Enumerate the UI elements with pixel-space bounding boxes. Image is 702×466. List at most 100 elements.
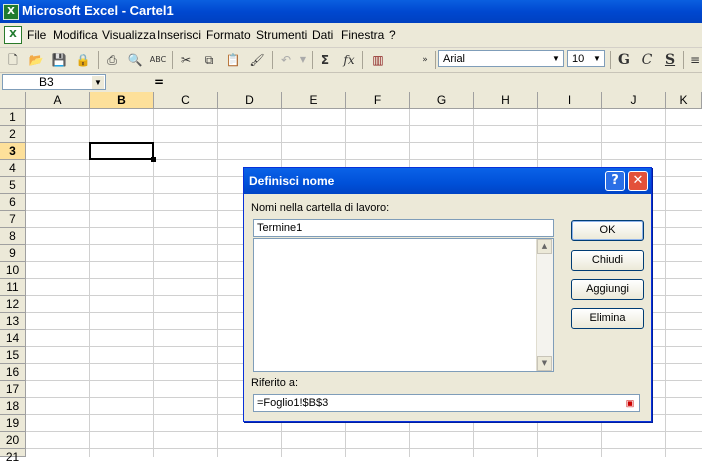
- name-box[interactable]: B3 ▼: [2, 74, 106, 90]
- menu-strumenti[interactable]: Strumenti: [256, 28, 307, 42]
- autosum-icon[interactable]: Σ: [316, 51, 334, 69]
- title-bar: X Microsoft Excel - Cartel1: [0, 0, 702, 23]
- align-left-icon[interactable]: ≡: [686, 51, 702, 69]
- toolbar-separator: [362, 51, 363, 69]
- menu-dati[interactable]: Dati: [312, 28, 333, 42]
- column-header[interactable]: J: [602, 92, 666, 109]
- row-header[interactable]: 1: [0, 109, 26, 126]
- column-header[interactable]: B: [90, 92, 154, 109]
- fill-handle[interactable]: [151, 157, 156, 162]
- column-header[interactable]: E: [282, 92, 346, 109]
- row-header[interactable]: 10: [0, 262, 26, 279]
- spelling-icon[interactable]: ABC: [149, 51, 167, 69]
- italic-button[interactable]: C: [638, 51, 656, 69]
- close-button[interactable]: Chiudi: [571, 250, 644, 271]
- menu-bar: X File Modifica Visualizza Inserisci For…: [0, 23, 702, 48]
- workbook-icon[interactable]: X: [4, 26, 22, 44]
- underline-button[interactable]: S: [661, 51, 679, 69]
- column-header[interactable]: A: [26, 92, 90, 109]
- font-name-value: Arial: [443, 53, 466, 65]
- column-header[interactable]: C: [154, 92, 218, 109]
- column-header[interactable]: I: [538, 92, 602, 109]
- row-header[interactable]: 6: [0, 194, 26, 211]
- column-header[interactable]: K: [666, 92, 702, 109]
- menu-finestra[interactable]: Finestra: [341, 28, 384, 42]
- column-header[interactable]: G: [410, 92, 474, 109]
- copy-icon[interactable]: ⧉: [200, 51, 218, 69]
- row-header[interactable]: 7: [0, 211, 26, 228]
- chevron-down-icon: ▼: [593, 54, 601, 63]
- row-header[interactable]: 11: [0, 279, 26, 296]
- formula-bar: B3 ▼ =: [0, 73, 702, 93]
- names-label: Nomi nella cartella di lavoro:: [251, 202, 390, 214]
- font-name-select[interactable]: Arial ▼: [438, 50, 564, 67]
- column-header[interactable]: F: [346, 92, 410, 109]
- delete-button[interactable]: Elimina: [571, 308, 644, 329]
- toolbar-separator: [435, 51, 436, 69]
- names-list[interactable]: ▲ ▼: [253, 238, 554, 372]
- menu-visualizza[interactable]: Visualizza: [102, 28, 156, 42]
- paste-icon[interactable]: 📋: [224, 51, 242, 69]
- select-all-corner[interactable]: [0, 92, 26, 109]
- row-header[interactable]: 18: [0, 398, 26, 415]
- print-preview-icon[interactable]: 🔍: [126, 51, 144, 69]
- row-header[interactable]: 17: [0, 381, 26, 398]
- menu-modifica[interactable]: Modifica: [53, 28, 98, 42]
- window-title: Microsoft Excel - Cartel1: [22, 3, 174, 18]
- undo-dropdown-icon[interactable]: ▼: [294, 51, 312, 69]
- menu-inserisci[interactable]: Inserisci: [157, 28, 201, 42]
- dialog-title: Definisci nome: [249, 174, 335, 188]
- cut-icon[interactable]: ✂: [177, 51, 195, 69]
- ref-label: Riferito a:: [251, 377, 299, 389]
- column-header[interactable]: H: [474, 92, 538, 109]
- menu-formato[interactable]: Formato: [206, 28, 251, 42]
- chevron-down-icon[interactable]: ▼: [92, 76, 104, 89]
- row-header[interactable]: 15: [0, 347, 26, 364]
- toolbar-options-icon[interactable]: »: [416, 51, 434, 69]
- help-button[interactable]: ?: [605, 171, 625, 191]
- insert-function-icon[interactable]: fx: [340, 51, 358, 69]
- menu-file[interactable]: File: [27, 28, 46, 42]
- row-header[interactable]: 4: [0, 160, 26, 177]
- print-icon[interactable]: ⎙: [103, 51, 121, 69]
- toolbar-separator: [272, 51, 273, 69]
- ref-input[interactable]: =Foglio1!$B$3 ▣: [253, 394, 640, 412]
- toolbar-separator: [172, 51, 173, 69]
- row-header[interactable]: 20: [0, 432, 26, 449]
- format-painter-icon[interactable]: 🖌: [248, 51, 266, 69]
- open-folder-icon[interactable]: 📂: [27, 51, 45, 69]
- row-header[interactable]: 3: [0, 143, 26, 160]
- formula-equals-sign[interactable]: =: [154, 75, 164, 89]
- row-header[interactable]: 13: [0, 313, 26, 330]
- font-size-select[interactable]: 10 ▼: [567, 50, 605, 67]
- undo-icon[interactable]: ↶: [277, 51, 295, 69]
- row-header[interactable]: 8: [0, 228, 26, 245]
- ok-button[interactable]: OK: [571, 220, 644, 241]
- permission-icon[interactable]: 🔒: [74, 51, 92, 69]
- row-header[interactable]: 16: [0, 364, 26, 381]
- define-name-dialog: Definisci nome ? ✕ Nomi nella cartella d…: [243, 167, 652, 422]
- add-button[interactable]: Aggiungi: [571, 279, 644, 300]
- chart-wizard-icon[interactable]: ▥: [369, 51, 387, 69]
- row-header[interactable]: 5: [0, 177, 26, 194]
- new-document-icon[interactable]: 🗋: [4, 51, 22, 69]
- menu-help[interactable]: ?: [389, 28, 396, 42]
- font-size-value: 10: [572, 53, 585, 65]
- names-list-scrollbar[interactable]: ▲ ▼: [536, 239, 553, 371]
- collapse-dialog-icon[interactable]: ▣: [623, 396, 637, 410]
- scroll-up-icon[interactable]: ▲: [537, 239, 552, 254]
- dialog-title-bar[interactable]: Definisci nome ? ✕: [244, 168, 651, 194]
- scroll-down-icon[interactable]: ▼: [537, 356, 552, 371]
- active-cell-b3[interactable]: [89, 142, 154, 160]
- bold-button[interactable]: G: [615, 51, 633, 69]
- row-header[interactable]: 14: [0, 330, 26, 347]
- row-header[interactable]: 19: [0, 415, 26, 432]
- row-header[interactable]: 21: [0, 449, 26, 464]
- close-icon[interactable]: ✕: [628, 171, 648, 191]
- row-header[interactable]: 9: [0, 245, 26, 262]
- row-header[interactable]: 12: [0, 296, 26, 313]
- row-header[interactable]: 2: [0, 126, 26, 143]
- column-header[interactable]: D: [218, 92, 282, 109]
- name-input[interactable]: Termine1: [253, 219, 554, 237]
- save-icon[interactable]: 💾: [50, 51, 68, 69]
